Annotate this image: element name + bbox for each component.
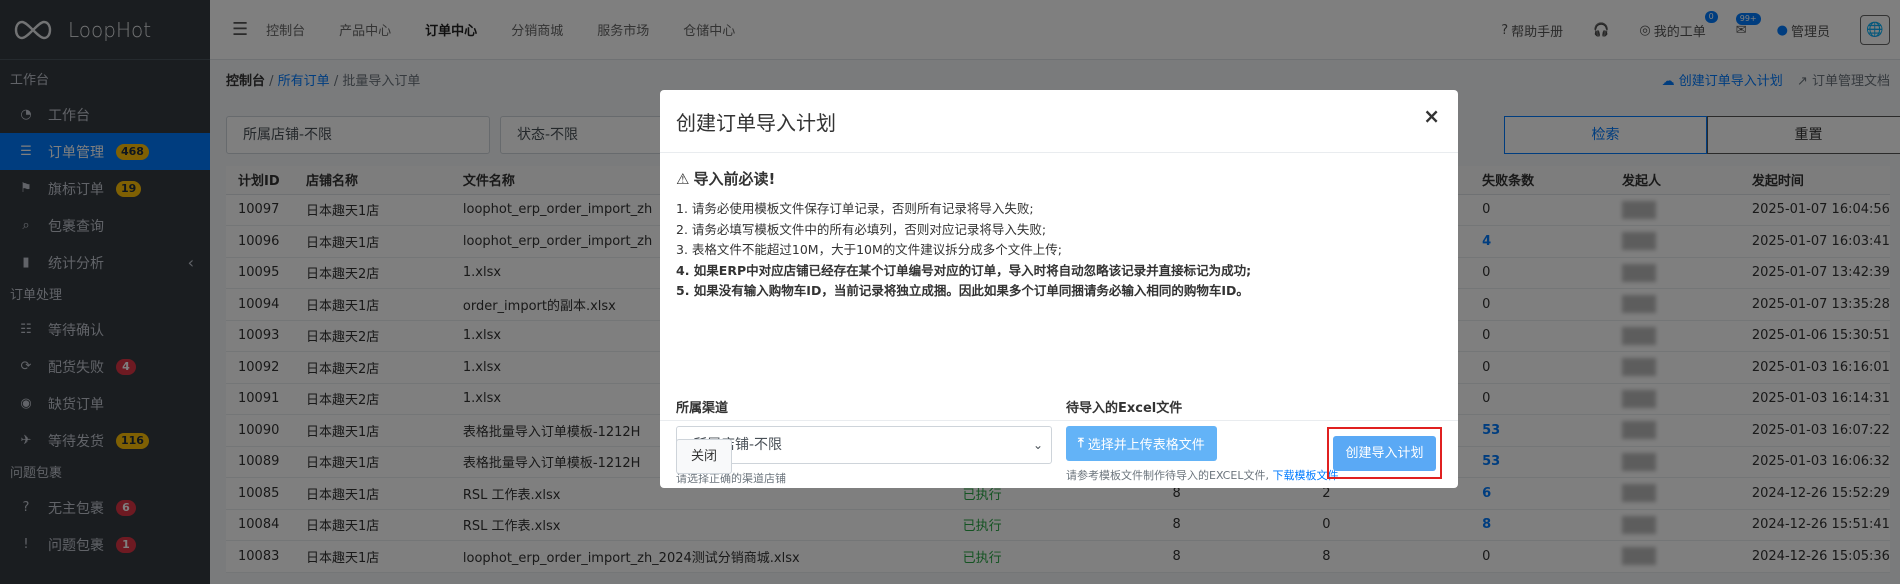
modal-footer: 关闭 创建导入计划 [660,420,1458,488]
close-button[interactable]: 关闭 [676,439,733,474]
rule-item: 3. 表格文件不能超过10M，大于10M的文件建议拆分成多个文件上传; [676,242,1062,257]
warning-heading: ⚠ 导入前必读! [676,168,1442,189]
excel-label: 待导入的Excel文件 [1066,401,1183,416]
modal-title: 创建订单导入计划 [676,110,836,135]
rule-item: 4. 如果ERP中对应店铺已经存在某个订单编号对应的订单，导入时将自动忽略该记录… [676,262,1252,278]
rule-item: 5. 如果没有输入购物车ID，当前记录将独立成捆。因此如果多个订单同捆请务必输入… [676,283,1249,298]
create-plan-button[interactable]: 创建导入计划 [1333,436,1436,471]
highlight-box: 创建导入计划 [1327,427,1442,479]
channel-label: 所属渠道 [676,401,729,416]
modal-body: ⚠ 导入前必读! 1. 请务必使用模板文件保存订单记录，否则所有记录将导入失败;… [676,168,1442,485]
warning-title: 导入前必读! [693,170,776,188]
rule-item: 1. 请务必使用模板文件保存订单记录，否则所有记录将导入失败; [676,201,1034,216]
warning-triangle-icon: ⚠ [676,169,690,188]
create-import-plan-modal: 创建订单导入计划 × ⚠ 导入前必读! 1. 请务必使用模板文件保存订单记录，否… [660,90,1458,488]
modal-header: 创建订单导入计划 [660,90,1458,153]
rule-item: 2. 请务必填写模板文件中的所有必填列，否则对应记录将导入失败; [676,221,1047,237]
modal-close-icon[interactable]: × [1423,104,1440,128]
rules-list: 1. 请务必使用模板文件保存订单记录，否则所有记录将导入失败; 2. 请务必填写模… [676,199,1442,302]
